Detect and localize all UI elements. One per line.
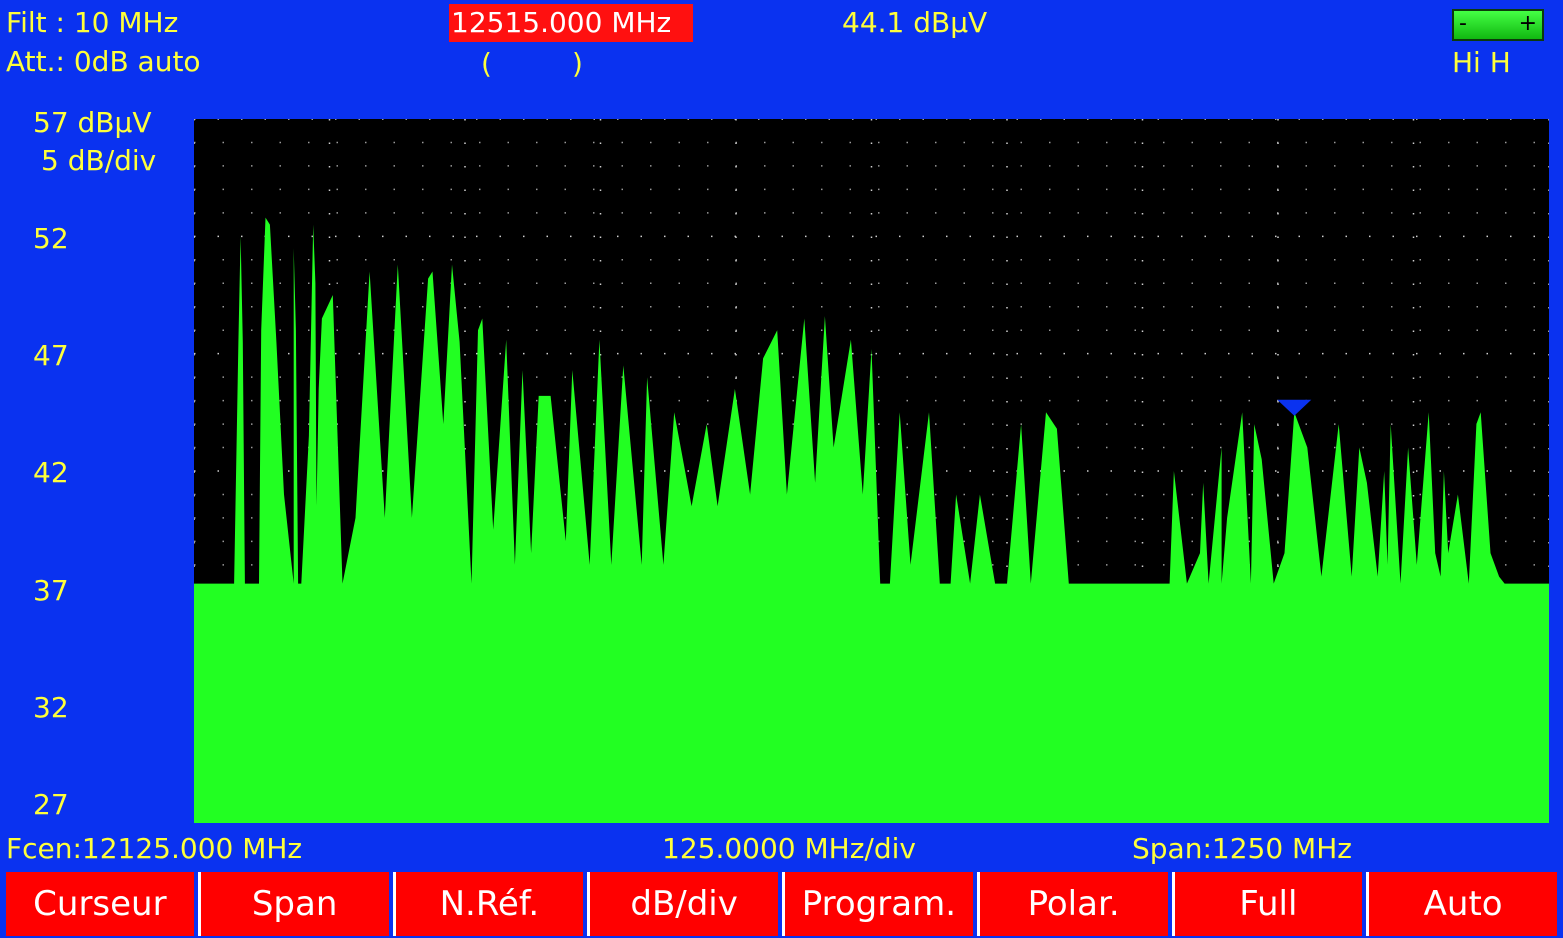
softkey-span[interactable]: Span: [197, 872, 389, 936]
softkey-db-div[interactable]: dB/div: [587, 872, 778, 936]
softkey-bar: Curseur Span N.Réf. dB/div Program. Pola…: [4, 872, 1559, 936]
y-tick-label: 47: [33, 339, 69, 372]
center-frequency: Fcen:12125.000 MHz: [6, 832, 303, 865]
y-reference-level: 57 dBµV: [33, 106, 152, 139]
attenuation-readout: Att.: 0dB auto: [6, 45, 201, 78]
softkey-polar[interactable]: Polar.: [976, 872, 1168, 936]
softkey-auto[interactable]: Auto: [1366, 872, 1557, 936]
y-tick-label: 42: [33, 456, 69, 489]
spectrum-plot[interactable]: [194, 119, 1549, 823]
span-readout: Span:1250 MHz: [1132, 832, 1352, 865]
battery-plus: +: [1518, 11, 1537, 36]
y-tick-label: 27: [33, 788, 69, 821]
y-tick-label: 37: [33, 574, 69, 607]
paren-left: (: [481, 47, 492, 80]
battery-minus: -: [1459, 11, 1467, 36]
softkey-nref[interactable]: N.Réf.: [392, 872, 584, 936]
filter-readout: Filt : 10 MHz: [6, 6, 179, 39]
y-tick-label: 32: [33, 691, 69, 724]
softkey-curseur[interactable]: Curseur: [6, 872, 194, 936]
softkey-program[interactable]: Program.: [782, 872, 973, 936]
frequency-per-division: 125.0000 MHz/div: [662, 832, 916, 865]
cursor-frequency[interactable]: 12515.000 MHz: [449, 4, 693, 42]
cursor-level: 44.1 dBµV: [842, 6, 988, 39]
polarization-label: Hi H: [1452, 46, 1511, 79]
battery-icon: - +: [1452, 9, 1544, 41]
y-tick-label: 52: [33, 222, 69, 255]
paren-right: ): [572, 47, 583, 80]
y-scale: 5 dB/div: [41, 144, 157, 177]
softkey-full[interactable]: Full: [1171, 872, 1363, 936]
